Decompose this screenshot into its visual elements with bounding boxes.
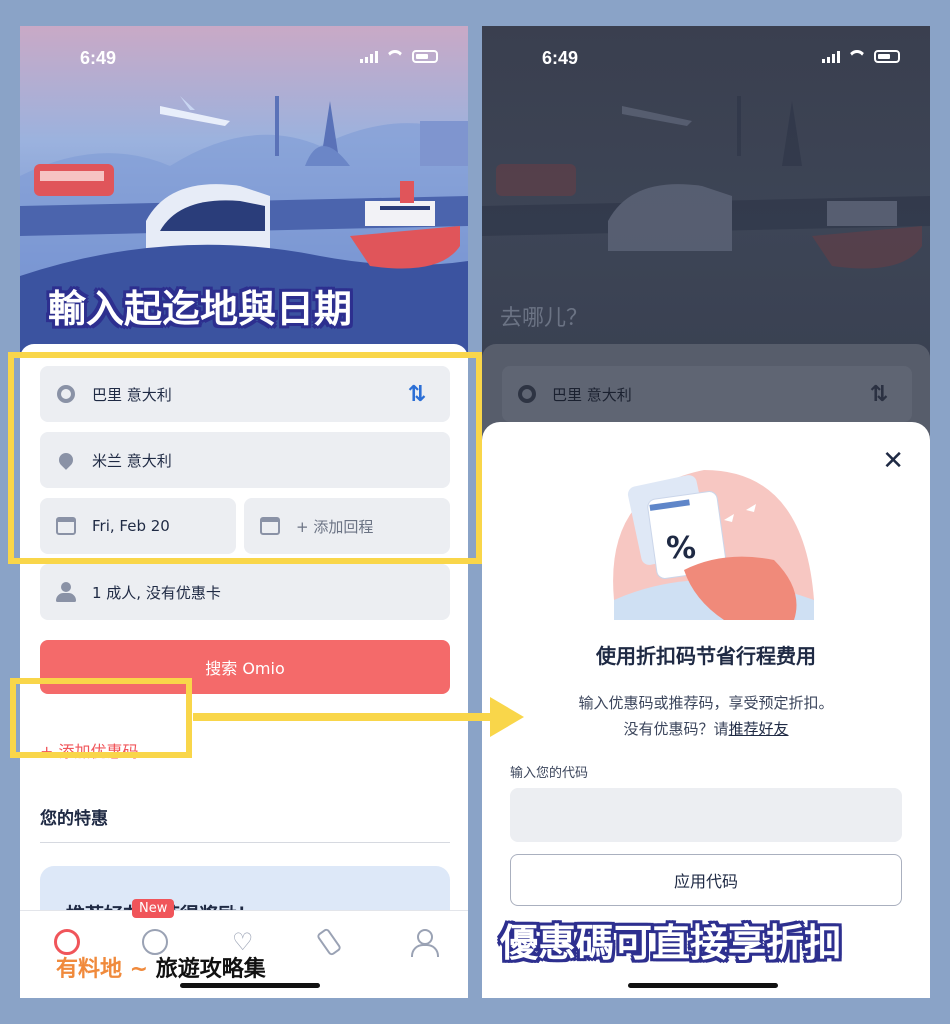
passengers-field[interactable]: 1 成人, 没有优惠卡	[40, 564, 450, 620]
modal-title: 使用折扣码节省行程费用	[596, 644, 816, 668]
modal-description: 输入优惠码或推荐码，享受预定折扣。	[578, 694, 834, 712]
no-code-text: 没有优惠码？请	[623, 720, 729, 738]
left-caption: 輸入起迄地與日期	[48, 287, 353, 331]
highlight-form-box	[8, 352, 482, 564]
discount-illustration: %	[613, 470, 814, 620]
origin-value: 巴里 意大利	[552, 385, 632, 404]
watermark: 有料地 ~ 旅遊攻略集	[56, 951, 266, 983]
ticket-icon[interactable]	[315, 927, 343, 957]
circle-origin-icon	[518, 385, 536, 403]
new-badge: New	[132, 899, 175, 918]
where-prompt: 去哪儿？	[500, 306, 589, 331]
refer-friend-link[interactable]: 推荐好友	[729, 720, 789, 738]
wifi-icon	[848, 50, 866, 63]
arrow-head	[490, 697, 524, 737]
divider	[40, 842, 450, 843]
home-indicator	[180, 983, 320, 988]
status-bar: 6:49	[482, 26, 930, 88]
wifi-icon	[386, 50, 404, 63]
signal-icon	[360, 50, 378, 63]
right-phone-screen: 去哪儿？ 6:49 巴里 意大利 ⇅ ✕ % 使用折扣码节省行程费用 输入优惠码…	[482, 26, 930, 998]
promo-code-modal: ✕ % 使用折扣码节省行程费用 输入优惠码或推荐码，享受预定折扣。 没有优惠码？…	[482, 422, 930, 998]
status-bar: 6:49	[20, 26, 468, 88]
swap-icon: ⇅	[869, 381, 888, 407]
battery-icon	[874, 50, 900, 63]
right-caption: 優惠碼可直接享折扣	[500, 921, 843, 965]
status-time: 6:49	[80, 48, 117, 68]
profile-icon[interactable]	[410, 929, 439, 957]
passengers-value: 1 成人, 没有优惠卡	[92, 583, 221, 602]
signal-icon	[822, 50, 840, 63]
code-input[interactable]	[510, 788, 902, 842]
code-input-label: 输入您的代码	[510, 766, 589, 781]
close-icon[interactable]: ✕	[882, 446, 904, 476]
battery-icon	[412, 50, 438, 63]
status-time: 6:49	[542, 48, 579, 68]
apply-code-button[interactable]: 应用代码	[510, 854, 902, 906]
watermark-black: 旅遊攻略集	[155, 957, 266, 982]
percent-symbol: %	[666, 531, 696, 566]
origin-field-dimmed: 巴里 意大利 ⇅	[502, 366, 912, 422]
modal-description-line2: 没有优惠码？请推荐好友	[482, 718, 930, 739]
bottom-tab-bar: New ♡ 有料地 ~ 旅遊攻略集	[20, 899, 468, 998]
arrow-shaft	[193, 713, 493, 721]
highlight-promo-box	[10, 678, 192, 758]
person-icon	[56, 582, 76, 602]
watermark-orange: 有料地 ~	[56, 957, 156, 982]
deals-heading: 您的特惠	[40, 809, 108, 829]
home-indicator	[628, 983, 778, 988]
